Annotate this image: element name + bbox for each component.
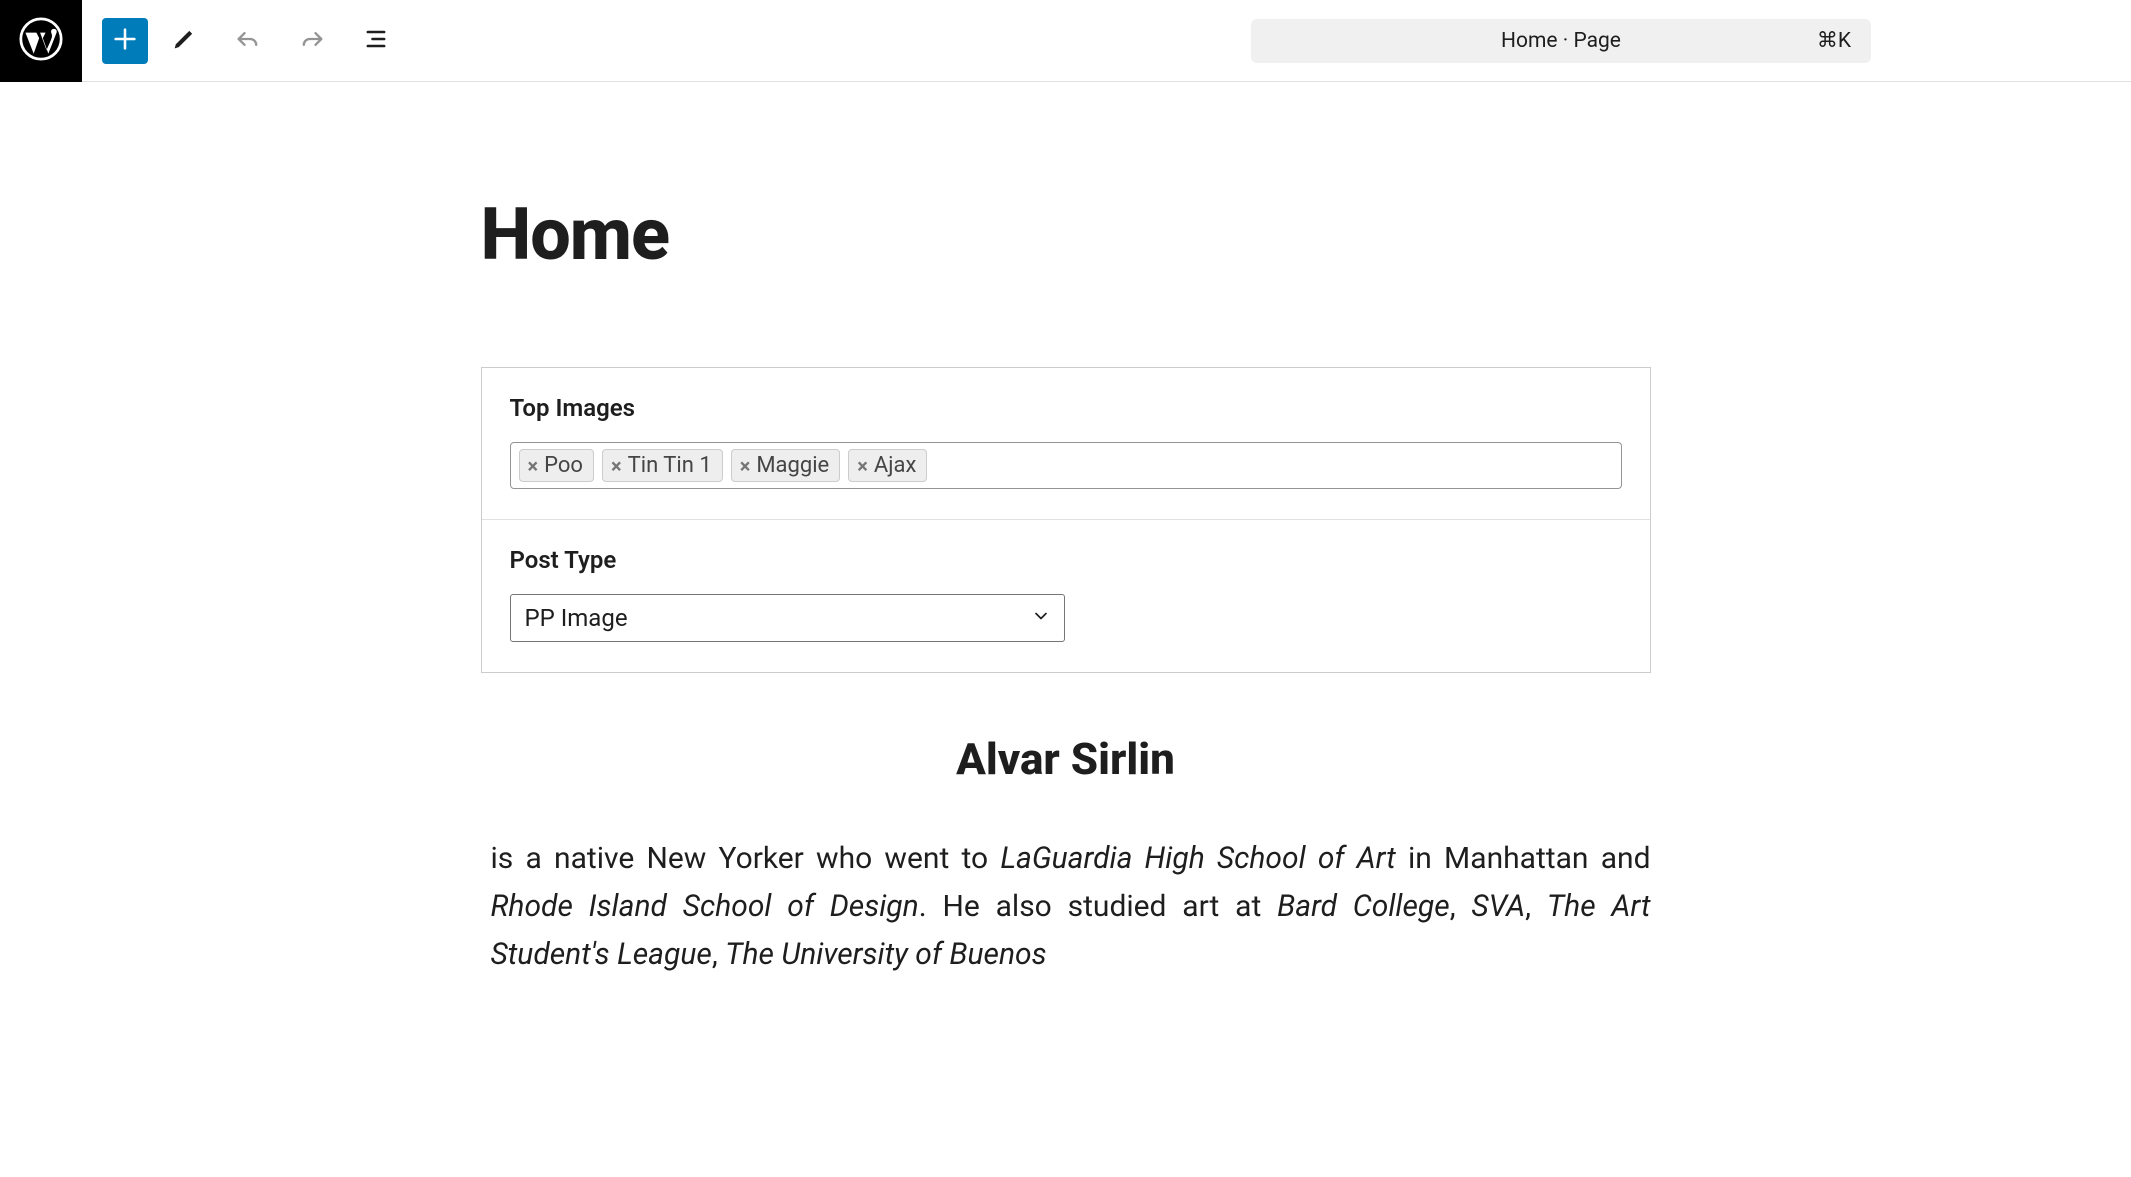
plus-icon	[111, 25, 139, 56]
custom-block-panel: Top Images ×Poo×Tin Tin 1×Maggie×Ajax Po…	[481, 367, 1651, 673]
bio-span: . He also studied art at	[919, 889, 1277, 924]
pencil-icon	[170, 25, 198, 56]
top-images-label: Top Images	[510, 394, 1622, 422]
bio-italic-span: The University of Buenos	[725, 937, 1047, 972]
post-type-section: Post Type PP Image	[482, 520, 1650, 672]
tag-label: Poo	[544, 453, 583, 478]
bio-italic-span: Rhode Island School of Design	[491, 889, 919, 924]
editor-toolbar: Home · Page ⌘K	[0, 0, 2131, 82]
tag-label: Ajax	[874, 453, 917, 478]
redo-icon	[298, 25, 326, 56]
tag-chip: ×Tin Tin 1	[602, 449, 723, 482]
bio-span: is a native New Yorker who went to	[491, 841, 1001, 876]
tag-chip: ×Poo	[519, 449, 594, 482]
list-view-icon	[362, 25, 390, 56]
wordpress-icon	[19, 17, 63, 65]
bio-italic-span: LaGuardia High School of Art	[1000, 841, 1395, 876]
bio-span: ,	[1450, 889, 1472, 924]
page-title[interactable]: Home	[481, 192, 1651, 277]
command-palette-button[interactable]: Home · Page ⌘K	[1251, 19, 1871, 63]
remove-tag-icon[interactable]: ×	[738, 454, 753, 478]
bio-span: ,	[712, 937, 725, 972]
post-type-selected-value: PP Image	[525, 604, 628, 632]
add-block-button[interactable]	[102, 18, 148, 64]
redo-button[interactable]	[284, 13, 340, 69]
undo-icon	[234, 25, 262, 56]
bio-span: in Manhattan and	[1396, 841, 1651, 876]
remove-tag-icon[interactable]: ×	[526, 454, 541, 478]
toolbar-left-group	[82, 13, 404, 69]
post-type-select-wrap: PP Image	[510, 594, 1065, 642]
top-images-input[interactable]: ×Poo×Tin Tin 1×Maggie×Ajax	[510, 442, 1622, 489]
post-type-label: Post Type	[510, 546, 1622, 574]
editor-content: Home Top Images ×Poo×Tin Tin 1×Maggie×Aj…	[481, 82, 1651, 979]
bio-span: ,	[1525, 889, 1547, 924]
undo-button[interactable]	[220, 13, 276, 69]
tag-chip: ×Ajax	[848, 449, 927, 482]
post-type-select[interactable]: PP Image	[510, 594, 1065, 642]
bio-italic-span: SVA	[1471, 889, 1525, 924]
remove-tag-icon[interactable]: ×	[855, 454, 870, 478]
bio-italic-span: Bard College	[1277, 889, 1450, 924]
tag-chip: ×Maggie	[731, 449, 841, 482]
tag-label: Maggie	[756, 453, 829, 478]
command-shortcut-label: ⌘K	[1817, 28, 1851, 53]
edit-tool-button[interactable]	[156, 13, 212, 69]
command-palette-label: Home · Page	[1501, 29, 1621, 53]
document-overview-button[interactable]	[348, 13, 404, 69]
top-images-section: Top Images ×Poo×Tin Tin 1×Maggie×Ajax	[482, 368, 1650, 520]
tag-label: Tin Tin 1	[628, 453, 712, 478]
wordpress-logo-button[interactable]	[0, 0, 82, 82]
remove-tag-icon[interactable]: ×	[609, 454, 624, 478]
bio-paragraph[interactable]: is a native New Yorker who went to LaGua…	[481, 835, 1651, 979]
bio-heading[interactable]: Alvar Sirlin	[481, 733, 1651, 785]
